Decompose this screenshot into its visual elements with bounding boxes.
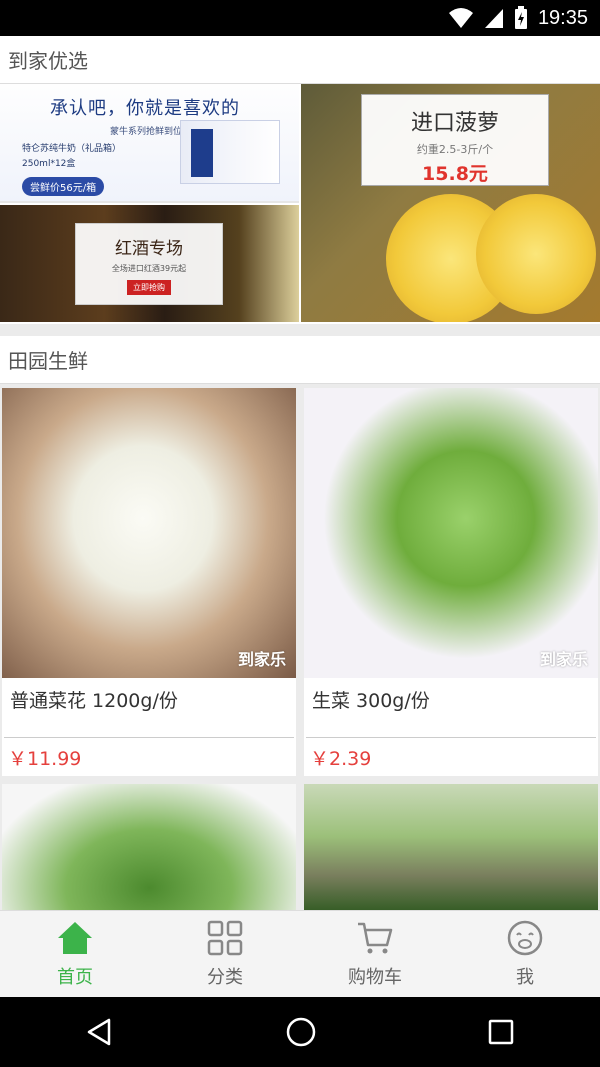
status-bar: 19:35 <box>0 0 600 36</box>
product-image <box>2 784 296 910</box>
milk-spec: 250ml*12盒 <box>22 159 76 169</box>
pineapple-weight: 约重2.5-3斤/个 <box>416 143 494 156</box>
status-time: 19:35 <box>537 6 588 29</box>
nav-item-cart[interactable]: 购物车 <box>300 911 450 997</box>
battery-icon <box>514 6 527 29</box>
nav-item-home[interactable]: 首页 <box>0 911 150 997</box>
promo-pineapple-banner[interactable]: 进口菠萝 约重2.5-3斤/个 15.8元 <box>301 84 600 322</box>
product-name: 普通菜花 1200g/份 <box>4 678 294 738</box>
product-name: 生菜 300g/份 <box>306 678 596 738</box>
product-card-cilantro[interactable] <box>2 784 296 910</box>
product-price: ￥2.39 <box>310 747 372 770</box>
milk-product-name: 特仑苏纯牛奶（礼品箱） <box>22 144 122 154</box>
pineapple-price: 15.8元 <box>422 163 488 185</box>
section-gap <box>0 324 600 336</box>
wine-subtitle: 全场进口红酒39元起 <box>111 264 187 273</box>
wine-title: 红酒专场 <box>115 239 183 259</box>
product-image <box>304 784 598 910</box>
nav-item-me[interactable]: 我 <box>450 911 600 997</box>
product-card-cauliflower[interactable]: 到家乐 普通菜花 1200g/份 ￥11.99 <box>2 388 296 776</box>
home-circle-icon[interactable] <box>285 1016 317 1048</box>
milk-price-badge: 尝鲜价56元/箱 <box>22 177 105 196</box>
nav-label-cart: 购物车 <box>348 967 402 988</box>
milk-box-image <box>180 120 280 184</box>
product-card-lettuce[interactable]: 到家乐 生菜 300g/份 ￥2.39 <box>304 388 598 776</box>
wine-card: 红酒专场 全场进口红酒39元起 立即抢购 <box>75 223 223 305</box>
nav-label-home: 首页 <box>57 967 93 988</box>
promo-banner-grid: 承认吧，你就是喜欢的 蒙牛系列抢鲜到位 特仑苏纯牛奶（礼品箱） 250ml*12… <box>0 84 600 324</box>
wine-buy-button[interactable]: 立即抢购 <box>127 280 171 295</box>
nav-item-category[interactable]: 分类 <box>150 911 300 997</box>
product-image: 到家乐 <box>304 388 598 678</box>
nav-label-category: 分类 <box>207 967 243 988</box>
product-price: ￥11.99 <box>8 747 82 770</box>
pineapple-card: 进口菠萝 约重2.5-3斤/个 15.8元 <box>361 94 549 186</box>
section-title-featured: 到家优选 <box>0 36 600 84</box>
grid-icon <box>207 920 243 956</box>
face-icon <box>507 920 543 956</box>
section-title-fresh: 田园生鲜 <box>0 336 600 384</box>
promo-wine-banner[interactable]: 红酒专场 全场进口红酒39元起 立即抢购 <box>0 205 299 322</box>
brand-watermark: 到家乐 <box>237 650 286 669</box>
pineapple-title: 进口菠萝 <box>410 111 499 136</box>
milk-subtitle: 蒙牛系列抢鲜到位 <box>110 127 183 137</box>
home-icon <box>58 922 92 954</box>
status-icons: 19:35 <box>448 0 588 36</box>
brand-watermark: 到家乐 <box>539 650 588 669</box>
signal-icon <box>484 9 503 28</box>
main-content[interactable]: 到家优选 承认吧，你就是喜欢的 蒙牛系列抢鲜到位 特仑苏纯牛奶（礼品箱） 250… <box>0 36 600 910</box>
wifi-icon <box>448 8 473 28</box>
promo-milk-banner[interactable]: 承认吧，你就是喜欢的 蒙牛系列抢鲜到位 特仑苏纯牛奶（礼品箱） 250ml*12… <box>0 84 299 203</box>
product-image: 到家乐 <box>2 388 296 678</box>
back-icon[interactable] <box>85 1017 115 1047</box>
cart-icon <box>358 922 393 954</box>
product-grid: 到家乐 普通菜花 1200g/份 ￥11.99 到家乐 生菜 300g/份 ￥2… <box>0 384 600 910</box>
milk-slogan: 承认吧，你就是喜欢的 <box>50 98 240 119</box>
product-card-cucumber[interactable] <box>304 784 598 910</box>
system-nav-bar <box>0 997 600 1067</box>
pineapple-image <box>476 194 596 314</box>
bottom-nav: 首页 分类 购物车 我 <box>0 910 600 997</box>
recents-icon[interactable] <box>487 1018 515 1046</box>
nav-label-me: 我 <box>516 967 534 988</box>
